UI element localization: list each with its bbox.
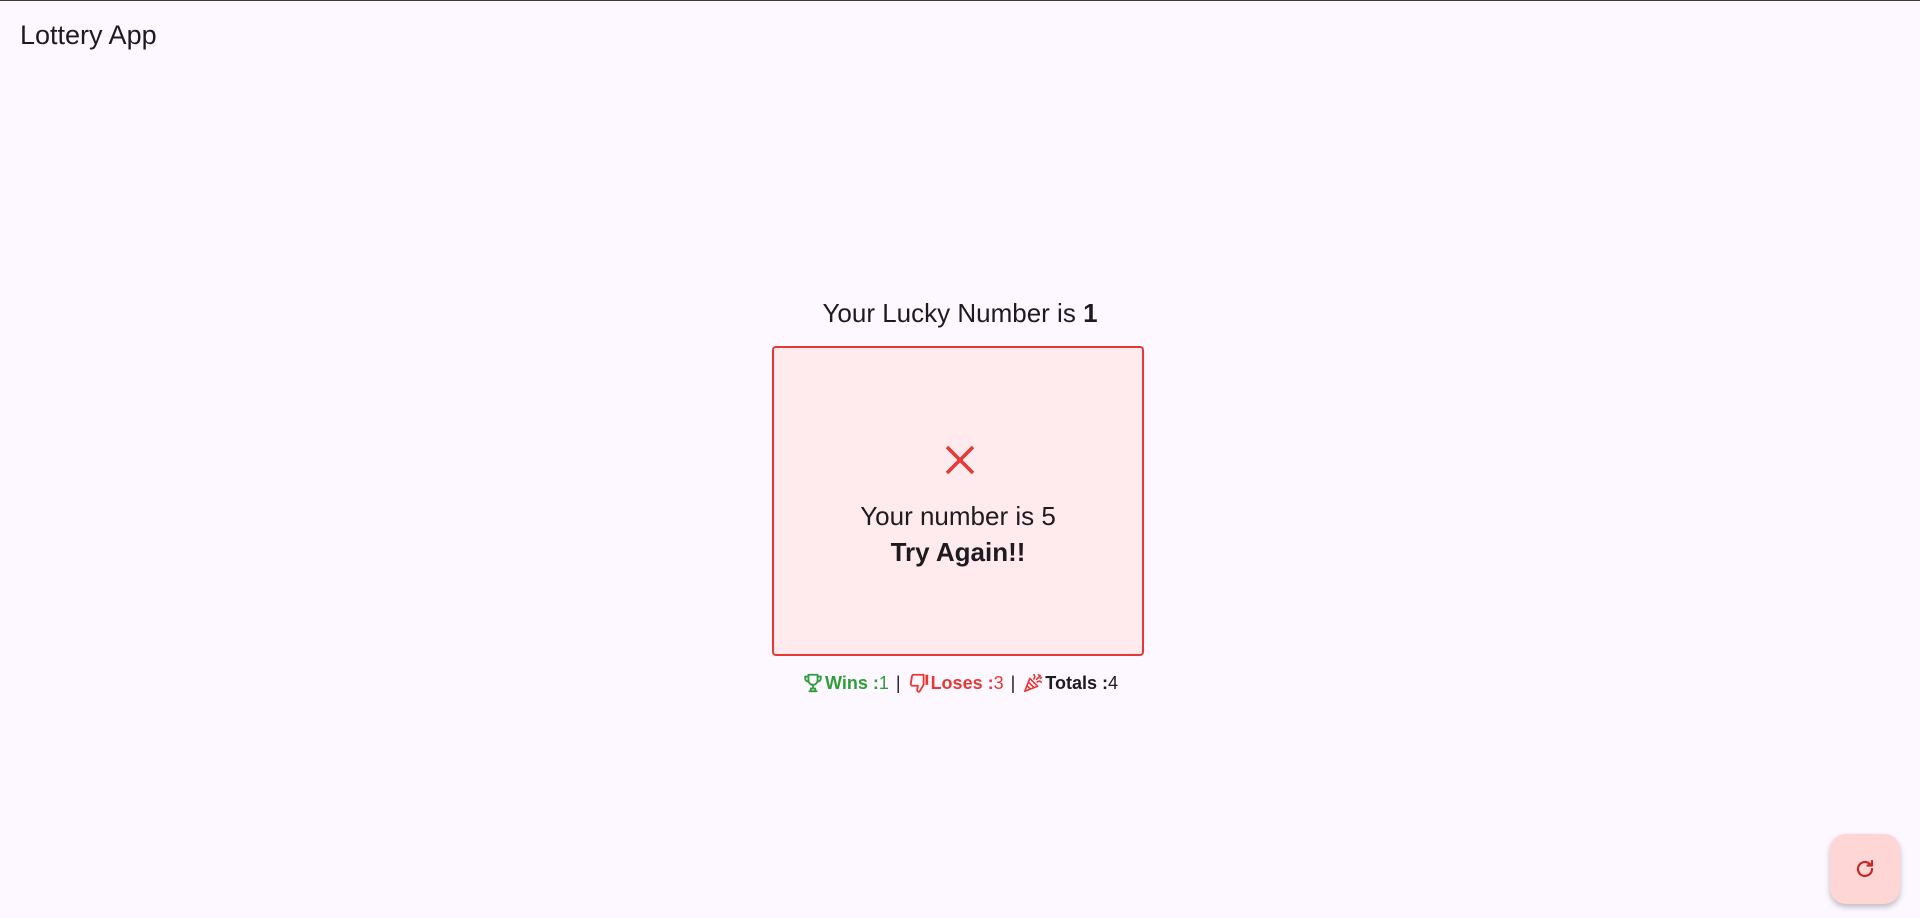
wins-label: Wins :	[825, 673, 879, 694]
loses-label: Loses :	[930, 673, 994, 694]
result-message: Try Again!!	[890, 537, 1026, 567]
stats-bar: Wins : 1 | Loses : 3 | Totals : 4	[0, 670, 1920, 695]
stats-separator: |	[895, 673, 901, 694]
totals-label: Totals :	[1045, 673, 1108, 694]
totals-value: 4	[1107, 673, 1118, 694]
refresh-button[interactable]	[1830, 834, 1900, 904]
lucky-number-value: 1	[1083, 298, 1098, 328]
result-card: Your number is 5 Try Again!!	[772, 346, 1144, 656]
lucky-number-prefix: Your Lucky Number is	[822, 298, 1084, 328]
totals-stat: Totals : 4	[1022, 671, 1118, 695]
party-popper-icon	[1024, 674, 1043, 693]
wins-stat: Wins : 1	[802, 671, 889, 695]
wins-value: 1	[878, 673, 889, 694]
app-title: Lottery App	[20, 20, 157, 50]
refresh-icon	[1856, 859, 1874, 878]
thumbs-down-icon	[909, 674, 928, 693]
trophy-icon	[804, 674, 822, 693]
loses-stat: Loses : 3	[908, 671, 1004, 695]
stats-separator: |	[1010, 673, 1016, 694]
app-bar: Lottery App	[0, 0, 1920, 72]
close-icon	[945, 445, 975, 475]
loses-value: 3	[993, 673, 1004, 694]
lucky-number-heading: Your Lucky Number is 1	[0, 296, 1920, 330]
result-number-text: Your number is 5	[860, 501, 1056, 531]
